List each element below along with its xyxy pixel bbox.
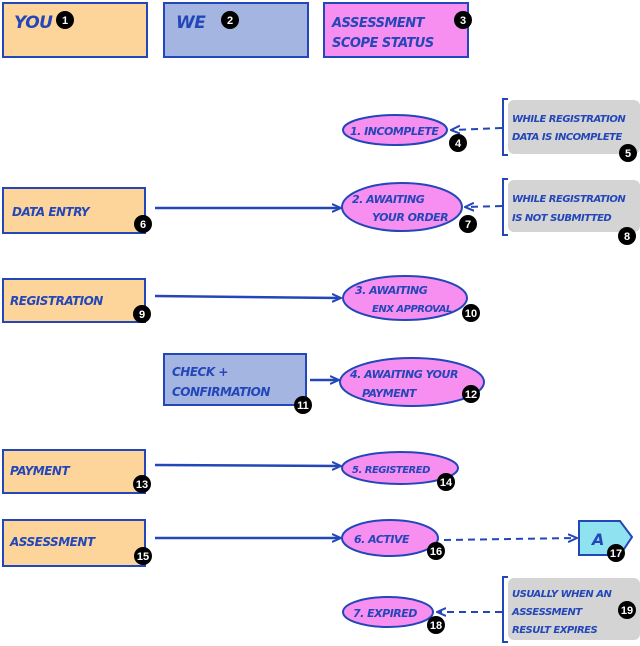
number-badge: 6	[134, 215, 152, 233]
badge-number: 3	[460, 15, 466, 27]
number-badge: 8	[618, 227, 636, 245]
number-badge: 7	[459, 215, 477, 233]
number-badge: 19	[618, 601, 636, 619]
svg-text:Registration: Registration	[10, 294, 103, 308]
badge-number: 10	[465, 308, 477, 320]
badge-number: 16	[430, 546, 442, 558]
number-badge: 16	[427, 542, 445, 560]
dashed-arrow-note-8	[466, 206, 503, 207]
number-badge: 14	[437, 473, 455, 491]
number-badge: 17	[607, 544, 625, 562]
process-diagram: You We Assessment Scope status Data entr…	[2, 2, 640, 643]
badge-number: 17	[610, 548, 622, 560]
svg-text:7. Expired: 7. Expired	[353, 607, 417, 620]
svg-text:Confirmation: Confirmation	[172, 385, 270, 399]
arrow-payment	[154, 465, 340, 466]
badge-number: 5	[625, 148, 631, 160]
badge-number: 11	[297, 400, 309, 412]
status-expired: 7. Expired	[342, 596, 434, 628]
number-badge: 15	[134, 547, 152, 565]
badge-number: 4	[455, 138, 462, 150]
svg-text:your order: your order	[372, 211, 448, 224]
svg-text:data is incomplete: data is incomplete	[512, 132, 622, 143]
badge-number: 1	[62, 15, 68, 27]
action-check-confirmation: Check + Confirmation	[163, 353, 307, 406]
lane-we: We	[163, 2, 309, 58]
lane-status: Assessment Scope status	[323, 2, 469, 58]
badge-number: 18	[430, 620, 442, 632]
svg-text:A: A	[590, 530, 604, 549]
action-assessment: Assessment	[2, 519, 146, 567]
number-badge: 12	[462, 385, 480, 403]
svg-text:2. Awaiting: 2. Awaiting	[352, 193, 425, 206]
svg-text:6. Active: 6. Active	[354, 533, 410, 546]
badge-number: 13	[136, 479, 148, 491]
number-badge: 9	[133, 305, 151, 323]
status-awaiting-order: 2. Awaiting your order	[341, 182, 463, 232]
status-awaiting-payment: 4. Awaiting your Payment	[339, 357, 485, 407]
note-incomplete: While Registration data is incomplete	[502, 98, 640, 156]
svg-text:4. Awaiting your: 4. Awaiting your	[349, 368, 458, 381]
svg-text:3. Awaiting: 3. Awaiting	[355, 284, 428, 297]
badge-number: 7	[465, 219, 471, 231]
svg-text:Data entry: Data entry	[12, 205, 91, 219]
number-badge: 1	[56, 11, 74, 29]
number-badge: 18	[427, 616, 445, 634]
status-awaiting-approval: 3. Awaiting ENX Approval	[342, 275, 468, 321]
svg-text:1. Incomplete: 1. Incomplete	[350, 125, 439, 138]
badge-number: 2	[227, 15, 233, 27]
svg-text:is not submitted: is not submitted	[512, 213, 611, 224]
badge-number: 9	[139, 309, 145, 321]
action-payment: Payment	[2, 449, 146, 494]
number-badge: 4	[449, 134, 467, 152]
lane-you: You	[2, 2, 148, 58]
number-badge: 11	[294, 396, 312, 414]
badge-number: 15	[137, 551, 149, 563]
svg-text:5. Registered: 5. Registered	[352, 465, 430, 476]
svg-text:You: You	[14, 13, 53, 33]
arrow-registration	[154, 296, 340, 298]
svg-text:While Registration: While Registration	[512, 114, 626, 125]
status-active: 6. Active	[341, 519, 439, 557]
badge-number: 12	[465, 389, 477, 401]
svg-text:Usually when an: Usually when an	[512, 589, 612, 600]
svg-text:Scope status: Scope status	[332, 36, 434, 51]
svg-text:We: We	[176, 13, 206, 33]
svg-text:assessment: assessment	[511, 607, 583, 618]
svg-text:Assessment: Assessment	[331, 16, 426, 31]
svg-text:While registration: While registration	[512, 194, 626, 205]
svg-text:result expires: result expires	[512, 625, 597, 636]
status-incomplete: 1. Incomplete	[342, 114, 448, 146]
dashed-arrow-active-artifact	[443, 538, 576, 540]
dashed-arrow-note-5	[452, 128, 503, 130]
badge-number: 8	[624, 231, 630, 243]
number-badge: 3	[454, 11, 472, 29]
note-not-submitted: While registration is not submitted	[502, 178, 640, 236]
action-registration: Registration	[2, 278, 146, 323]
badge-number: 14	[440, 477, 453, 489]
number-badge: 5	[619, 144, 637, 162]
number-badge: 10	[462, 304, 480, 322]
number-badge: 2	[221, 11, 239, 29]
badge-number: 6	[140, 219, 146, 231]
svg-text:Assessment: Assessment	[9, 535, 96, 549]
badge-number: 19	[621, 605, 633, 617]
svg-text:Check +: Check +	[172, 365, 228, 379]
action-data-entry: Data entry	[2, 187, 146, 234]
number-badge: 13	[133, 475, 151, 493]
svg-text:ENX Approval: ENX Approval	[372, 304, 452, 315]
svg-text:Payment: Payment	[362, 387, 418, 400]
svg-text:Payment: Payment	[10, 464, 70, 478]
